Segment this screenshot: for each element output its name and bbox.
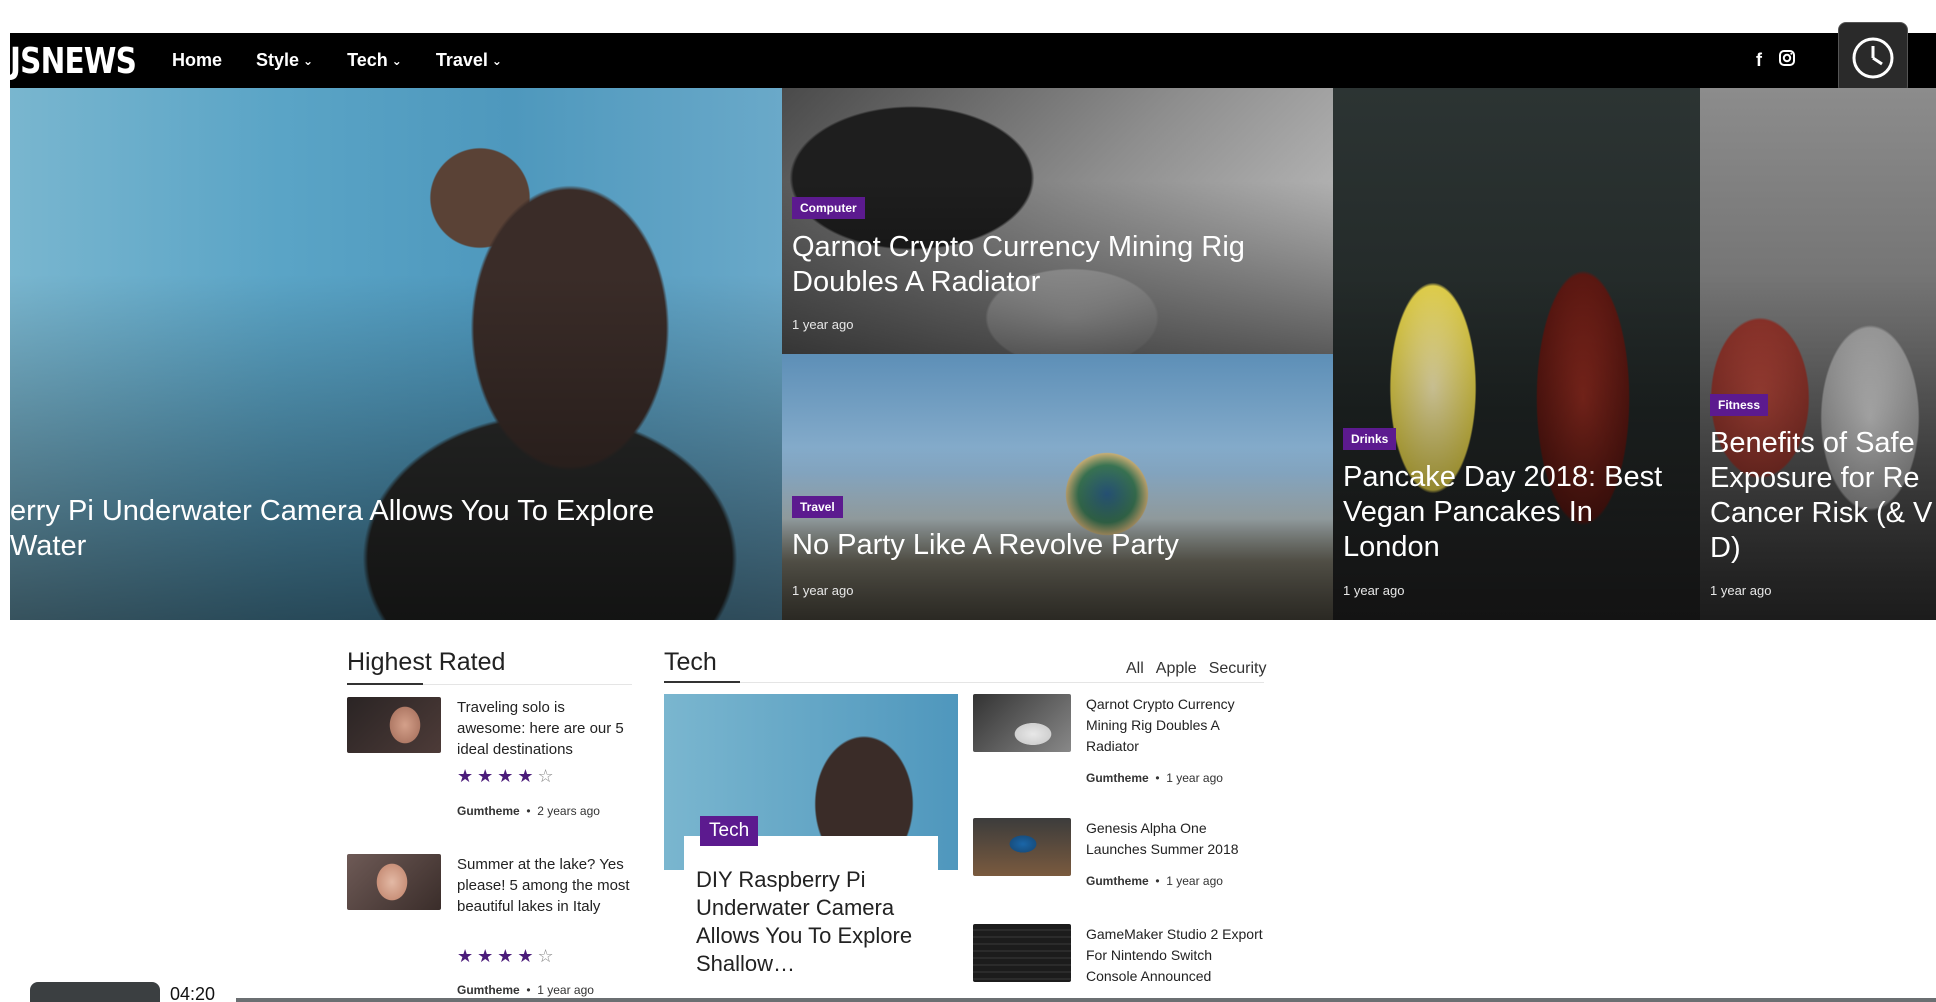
social-links: f [1756, 33, 1796, 88]
hero-grid: erry Pi Underwater Camera Allows You To … [10, 88, 1936, 620]
article-meta: Gumtheme • 1 year ago [457, 983, 594, 997]
tech-heading: Tech [664, 648, 717, 676]
category-badge[interactable]: Fitness [1710, 394, 1769, 416]
facebook-icon[interactable]: f [1756, 50, 1762, 71]
hero-tile-travel[interactable]: Travel No Party Like A Revolve Party 1 y… [782, 354, 1333, 620]
filter-apple[interactable]: Apple [1156, 660, 1197, 678]
site-logo[interactable]: JSNEWS [10, 41, 137, 82]
filter-all[interactable]: All [1126, 660, 1144, 678]
filter-security[interactable]: Security [1209, 660, 1267, 678]
chevron-down-icon: ⌄ [303, 53, 314, 68]
top-navbar: JSNEWS Home Style ⌄ Tech ⌄ Travel ⌄ f [10, 33, 1936, 88]
hero-tile-fitness[interactable]: Fitness Benefits of Safe Exposure for Re… [1700, 88, 1936, 620]
article-title[interactable]: Traveling solo is awesome: here are our … [457, 697, 632, 760]
article-title[interactable]: Genesis Alpha One Launches Summer 2018 [1086, 818, 1266, 860]
hero-main-title[interactable]: erry Pi Underwater Camera Allows You To … [10, 494, 730, 564]
clock-icon [1852, 37, 1894, 79]
featured-category-tag[interactable]: Tech [700, 816, 759, 846]
history-button[interactable] [1838, 22, 1908, 94]
section-divider [347, 683, 632, 685]
tech-filters: All Apple Security [1126, 660, 1267, 678]
rating-stars: ★★★★☆ [457, 766, 558, 786]
article-title[interactable]: Qarnot Crypto Currency Mining Rig Double… [1086, 694, 1266, 757]
hero-tile-computer[interactable]: Computer Qarnot Crypto Currency Mining R… [782, 88, 1333, 354]
hero-main-tile[interactable]: erry Pi Underwater Camera Allows You To … [10, 88, 782, 620]
main-nav: Home Style ⌄ Tech ⌄ Travel ⌄ [172, 33, 502, 88]
rating-stars: ★★★★☆ [457, 946, 558, 966]
article-thumbnail[interactable] [347, 697, 441, 753]
hero-tile-title[interactable]: Pancake Day 2018: Best Vegan Pancakes In… [1343, 460, 1683, 565]
hero-tile-time: 1 year ago [792, 583, 854, 598]
article-title[interactable]: Summer at the lake? Yes please! 5 among … [457, 854, 632, 917]
category-badge[interactable]: Travel [792, 496, 843, 518]
video-progress-track[interactable] [236, 998, 1936, 1002]
hero-tile-time: 1 year ago [792, 317, 854, 332]
video-thumbnail-tab[interactable] [30, 982, 160, 1002]
video-timestamp: 04:20 [170, 984, 220, 1002]
hero-tile-drinks[interactable]: Drinks Pancake Day 2018: Best Vegan Panc… [1333, 88, 1700, 620]
hero-tile-title[interactable]: No Party Like A Revolve Party [792, 528, 1312, 563]
article-thumbnail[interactable] [347, 854, 441, 910]
category-badge[interactable]: Computer [792, 197, 865, 219]
nav-home[interactable]: Home [172, 50, 222, 71]
article-title[interactable]: GameMaker Studio 2 Export For Nintendo S… [1086, 924, 1266, 1002]
category-badge[interactable]: Drinks [1343, 428, 1397, 450]
section-divider [664, 681, 1264, 683]
hero-tile-time: 1 year ago [1343, 583, 1405, 598]
article-thumbnail[interactable] [973, 924, 1071, 982]
instagram-icon[interactable] [1778, 49, 1796, 72]
hero-tile-title[interactable]: Benefits of Safe Exposure for Re Cancer … [1710, 426, 1936, 566]
hero-tile-time: 1 year ago [1710, 583, 1772, 598]
nav-travel[interactable]: Travel ⌄ [436, 50, 502, 71]
article-meta: Gumtheme • 1 year ago [1086, 771, 1223, 785]
chevron-down-icon: ⌄ [491, 53, 502, 68]
hero-tile-title[interactable]: Qarnot Crypto Currency Mining Rig Double… [792, 230, 1312, 300]
nav-tech[interactable]: Tech ⌄ [347, 50, 402, 71]
featured-article-title[interactable]: DIY Raspberry Pi Underwater Camera Allow… [696, 866, 936, 978]
nav-style[interactable]: Style ⌄ [256, 50, 313, 71]
highest-rated-heading: Highest Rated [347, 648, 506, 676]
article-meta: Gumtheme • 1 year ago [1086, 874, 1223, 888]
article-thumbnail[interactable] [973, 818, 1071, 876]
article-thumbnail[interactable] [973, 694, 1071, 752]
article-meta: Gumtheme • 2 years ago [457, 804, 600, 818]
chevron-down-icon: ⌄ [391, 53, 402, 68]
